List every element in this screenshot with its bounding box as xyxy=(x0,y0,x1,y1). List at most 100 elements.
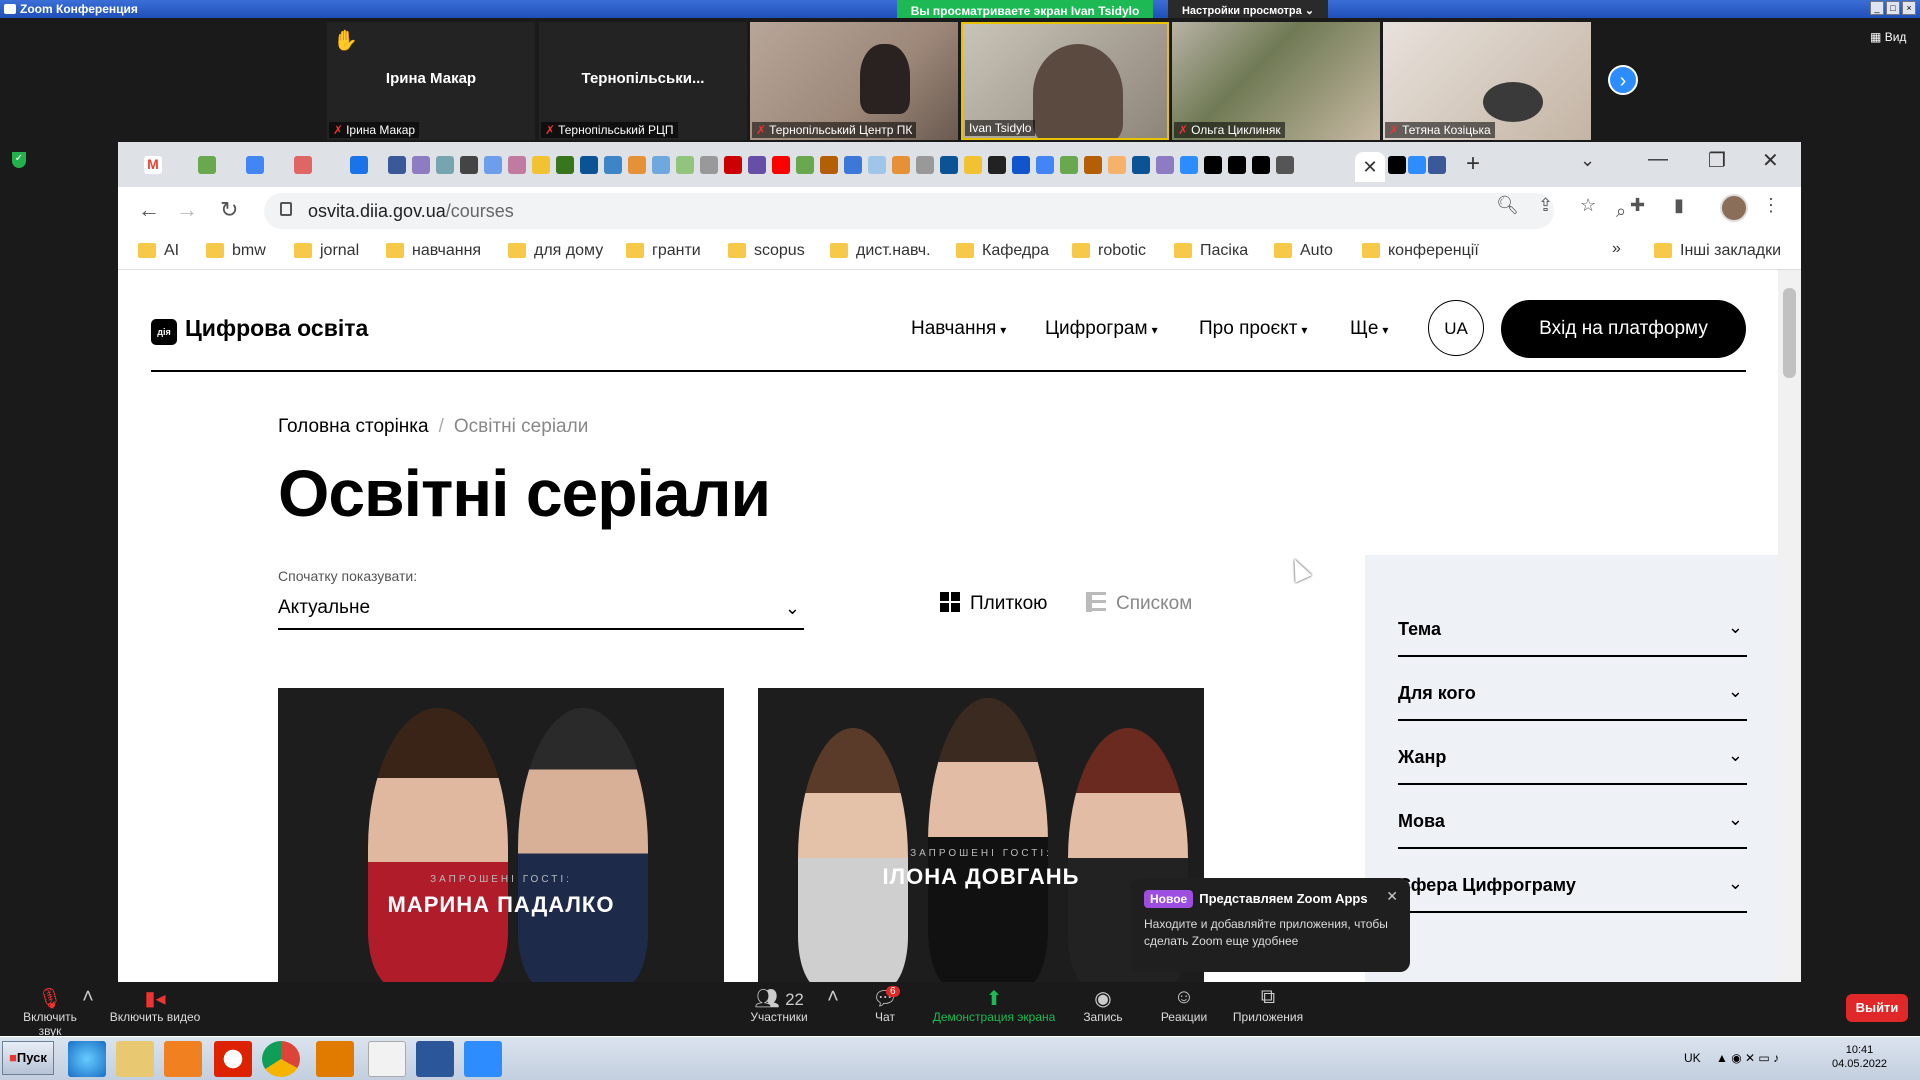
bookmark-folder[interactable]: для дому xyxy=(508,242,603,260)
tray-icons[interactable]: ▲ ◉ ✕ ▭ ♪ xyxy=(1716,1051,1779,1065)
participant-tile[interactable]: Тернопільськи... ✗ Тернопільський РЦП xyxy=(539,22,747,140)
tab-icon[interactable] xyxy=(1012,156,1030,174)
translate-tab-icon[interactable] xyxy=(246,156,264,174)
tab-icon[interactable] xyxy=(1060,156,1078,174)
tab-icon[interactable] xyxy=(580,156,598,174)
participant-video-tile[interactable]: ✗ Тетяна Козіцька xyxy=(1383,22,1591,140)
bookmark-folder[interactable]: гранти xyxy=(626,242,701,260)
tab-icon[interactable] xyxy=(294,156,312,174)
facebook-tab-icon[interactable] xyxy=(388,156,406,174)
filter-topic[interactable]: Тема ⌄ xyxy=(1398,605,1747,657)
bookmark-folder[interactable]: AI xyxy=(138,242,179,260)
tab-icon[interactable] xyxy=(652,156,670,174)
filter-audience[interactable]: Для кого ⌄ xyxy=(1398,669,1747,721)
tab-icon[interactable] xyxy=(436,156,454,174)
other-bookmarks-folder[interactable]: Інші закладки xyxy=(1654,242,1781,260)
tab-icon[interactable] xyxy=(1108,156,1126,174)
participant-video-tile[interactable]: ✗ Тернопільський Центр ПК xyxy=(750,22,958,140)
view-tiles-button[interactable]: Плиткою xyxy=(940,592,1047,615)
site-logo[interactable]: дія Цифрова освіта xyxy=(151,315,368,345)
bookmark-folder[interactable]: robotic xyxy=(1072,242,1146,260)
bookmark-star-icon[interactable]: ☆ xyxy=(1580,195,1596,216)
bookmark-folder[interactable]: конференції xyxy=(1362,242,1479,260)
reactions-button[interactable]: ☺ Реакции xyxy=(1158,986,1210,1024)
bookmark-folder[interactable]: Кафедра xyxy=(956,242,1049,260)
participants-button[interactable]: 👥︎ 22 Участники xyxy=(746,986,812,1024)
tab-icon[interactable] xyxy=(628,156,646,174)
url-text[interactable]: osvita.diia.gov.ua/courses xyxy=(308,201,514,222)
diia-tab-icon[interactable] xyxy=(1204,156,1222,174)
nav-menu-about[interactable]: Про проєкт ▾ xyxy=(1199,318,1307,340)
profile-avatar[interactable] xyxy=(1720,194,1748,222)
breadcrumb-home-link[interactable]: Головна сторінка xyxy=(278,416,429,437)
tab-icon[interactable] xyxy=(604,156,622,174)
maximize-window-button[interactable]: □ xyxy=(1886,1,1900,15)
nav-menu-more[interactable]: Ще ▾ xyxy=(1350,318,1388,340)
tab-icon[interactable] xyxy=(844,156,862,174)
nav-menu-tsyfrogram[interactable]: Цифрограм ▾ xyxy=(1045,318,1158,340)
bookmark-folder[interactable]: навчання xyxy=(386,242,481,260)
tab-icon[interactable] xyxy=(916,156,934,174)
page-scrollbar[interactable] xyxy=(1778,270,1801,982)
encryption-shield-icon[interactable]: ✓ xyxy=(12,152,26,168)
tab-icon[interactable] xyxy=(484,156,502,174)
gmail-tab-icon[interactable]: M xyxy=(144,156,162,174)
tab-icon[interactable] xyxy=(1276,156,1294,174)
zoom-app-icon[interactable] xyxy=(464,1041,502,1077)
chat-button[interactable]: 💬︎ 6 Чат xyxy=(868,986,902,1024)
sort-dropdown[interactable]: Актуальне ⌄ xyxy=(278,588,804,630)
tab-icon[interactable] xyxy=(198,156,216,174)
forward-arrow-icon[interactable]: → xyxy=(176,197,198,223)
reload-icon[interactable]: ↻ xyxy=(220,197,238,223)
share-icon[interactable]: ⇪ xyxy=(1538,195,1553,216)
participant-video-tile[interactable]: ✗ Ольга Циклиняк xyxy=(1172,22,1380,140)
minimize-button[interactable]: — xyxy=(1648,148,1668,171)
bookmark-folder[interactable]: jornal xyxy=(294,242,359,260)
login-button[interactable]: Вхід на платформу xyxy=(1501,300,1746,358)
system-clock[interactable]: 10:41 04.05.2022 xyxy=(1832,1043,1887,1071)
bookmark-folder[interactable]: scopus xyxy=(728,242,805,260)
diia-tab-icon[interactable] xyxy=(1252,156,1270,174)
scrollbar-thumb[interactable] xyxy=(1783,288,1796,378)
side-panel-icon[interactable]: ▮ xyxy=(1674,195,1684,216)
nav-menu-navchannia[interactable]: Навчання ▾ xyxy=(911,318,1006,340)
close-button[interactable]: ✕ xyxy=(1762,148,1779,173)
bookmark-folder[interactable]: Пасіка xyxy=(1174,242,1248,260)
tab-icon[interactable] xyxy=(964,156,982,174)
lock-icon[interactable] xyxy=(280,202,292,216)
filter-sphere[interactable]: Сфера Цифрограму ⌄ xyxy=(1398,861,1747,913)
tab-icon[interactable] xyxy=(1132,156,1150,174)
file-explorer-icon[interactable] xyxy=(116,1041,154,1077)
tab-icon[interactable] xyxy=(724,156,742,174)
tab-icon[interactable] xyxy=(748,156,766,174)
participant-tile[interactable]: ✋ Ірина Макар ✗ Ірина Макар xyxy=(327,22,535,140)
chrome-menu-icon[interactable]: ⋮ xyxy=(1762,195,1780,216)
zoom-magnifier-icon[interactable]: 🔍︎ xyxy=(1496,195,1519,216)
tab-icon[interactable] xyxy=(460,156,478,174)
extensions-puzzle-icon[interactable]: ✚ xyxy=(1630,195,1645,216)
series-card[interactable]: ЗАПРОШЕНІ ГОСТІ: МАРИНА ПАДАЛКО xyxy=(278,688,724,982)
media-player-icon[interactable] xyxy=(164,1041,202,1077)
bookmark-folder[interactable]: Auto xyxy=(1274,242,1333,260)
share-screen-button[interactable]: ⬆︎ Демонстрация экрана xyxy=(930,986,1058,1024)
zoom-icon[interactable]: ⌕ xyxy=(1616,201,1626,222)
bookmark-folder[interactable]: bmw xyxy=(206,242,266,260)
tab-icon[interactable] xyxy=(1408,156,1426,174)
tab-icon[interactable] xyxy=(676,156,694,174)
back-arrow-icon[interactable]: ← xyxy=(138,197,160,223)
address-bar[interactable]: osvita.diia.gov.ua/courses ⌕ xyxy=(264,193,1626,229)
language-indicator[interactable]: UK xyxy=(1684,1051,1701,1065)
close-window-button[interactable]: × xyxy=(1902,1,1916,15)
tab-icon[interactable] xyxy=(412,156,430,174)
google-tab-icon[interactable] xyxy=(1036,156,1054,174)
popup-close-icon[interactable]: ✕ xyxy=(1386,888,1398,905)
start-video-button[interactable]: ▮◂ Включить видео xyxy=(108,986,202,1024)
diia-tab-icon[interactable] xyxy=(1228,156,1246,174)
unmute-button[interactable]: 🎙︎ Включить звук xyxy=(10,986,90,1038)
tab-icon[interactable] xyxy=(1084,156,1102,174)
minimize-window-button[interactable]: _ xyxy=(1870,1,1884,15)
tab-icon[interactable] xyxy=(796,156,814,174)
participants-options-caret[interactable]: ˄ xyxy=(826,986,840,1010)
tab-icon[interactable] xyxy=(532,156,550,174)
apps-button[interactable]: ⧉ Приложения xyxy=(1230,986,1306,1024)
